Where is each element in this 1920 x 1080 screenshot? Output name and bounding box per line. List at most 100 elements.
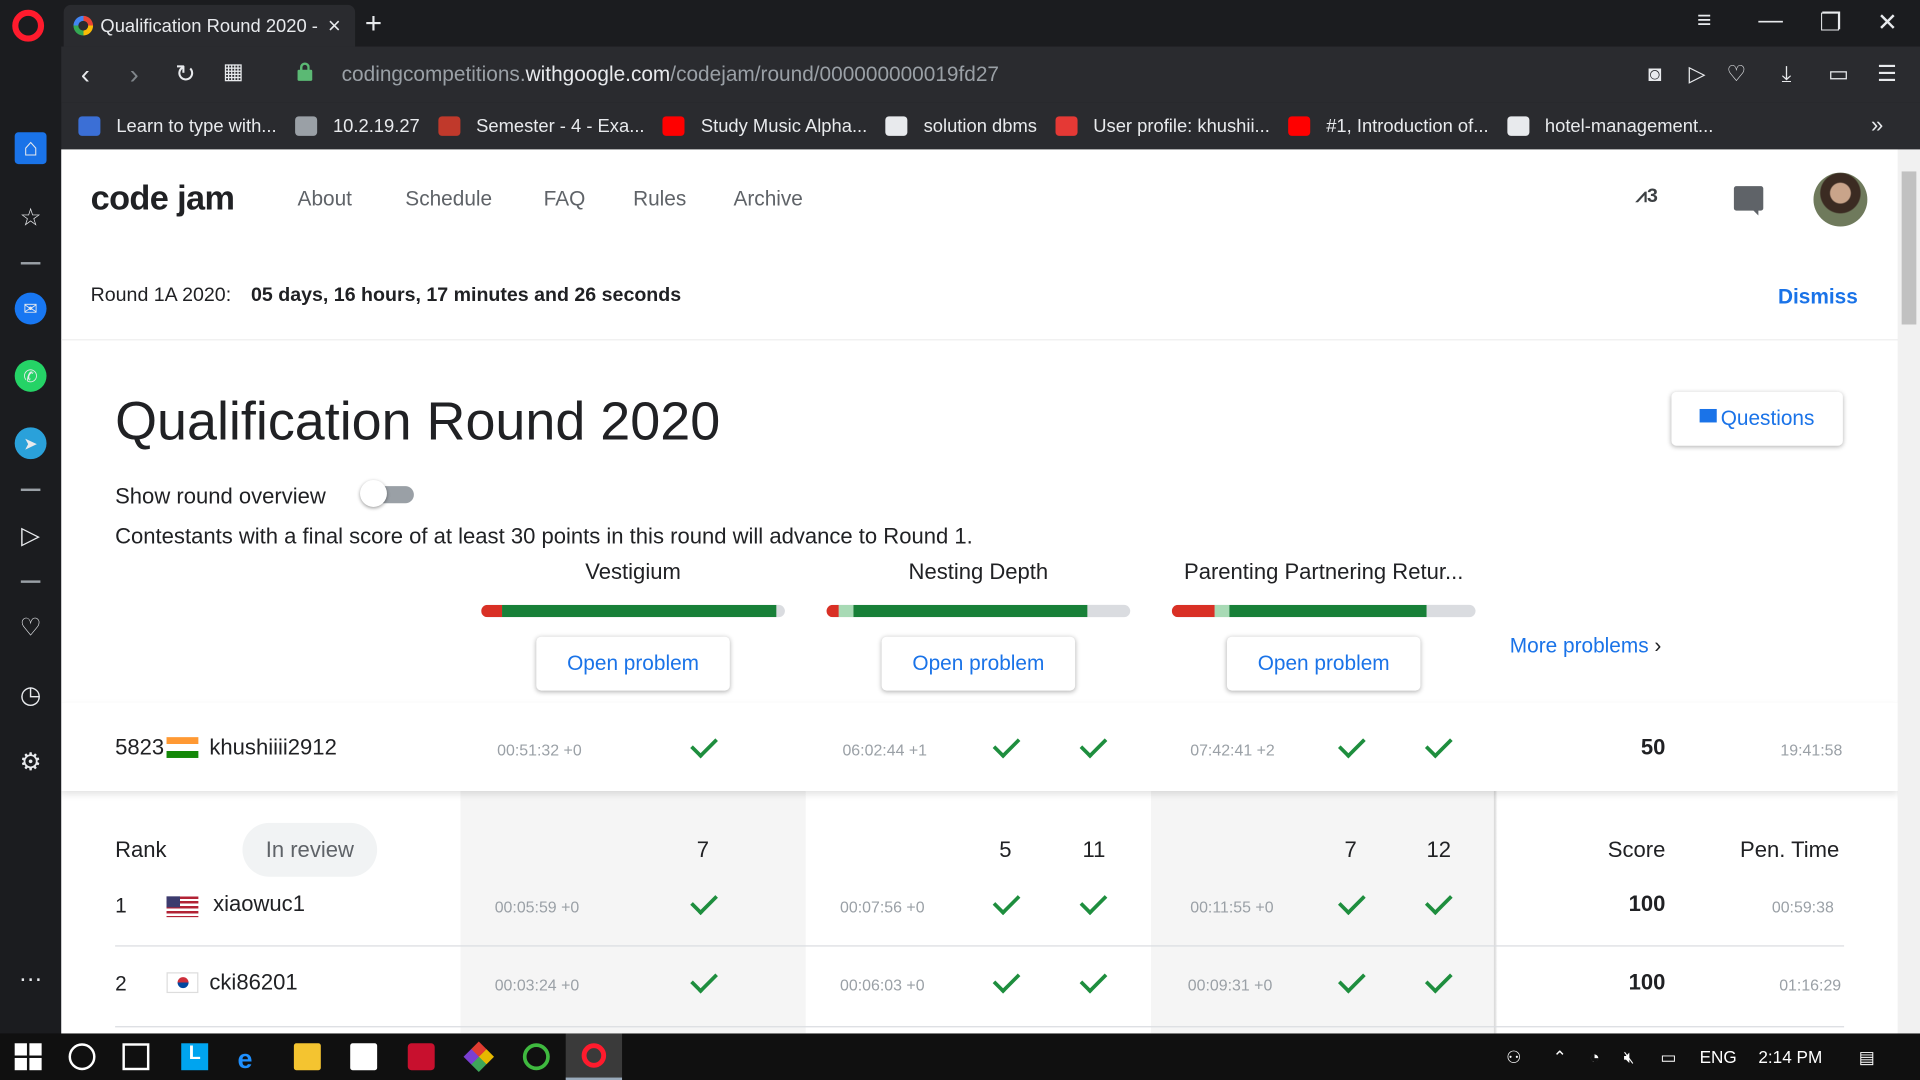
speed-dial-icon[interactable]: ▦ [223,59,244,85]
star-icon[interactable]: ☆ [15,201,47,233]
countdown: 05 days, 16 hours, 17 minutes and 26 sec… [251,285,682,307]
avatar[interactable] [1813,172,1868,227]
git-icon[interactable] [463,1041,495,1072]
trend-count: 3 [1646,186,1658,207]
username[interactable]: khushiiii2912 [209,735,336,761]
browser-tab[interactable]: Qualification Round 2020 - × [63,4,356,47]
clock[interactable]: 2:14 PM [1758,1047,1822,1067]
username[interactable]: cki86201 [209,970,297,996]
overview-toggle[interactable] [360,480,414,507]
opera-logo-icon[interactable] [12,9,45,42]
windows-start-icon[interactable] [14,1043,42,1071]
code-jam-logo[interactable]: code jam [91,179,235,218]
notifications-icon[interactable]: ▤ [1859,1047,1875,1068]
chevron-up-icon[interactable]: ⌃ [1553,1047,1567,1068]
nav-archive[interactable]: Archive [733,187,802,211]
tab-menu-icon[interactable]: ≡ [1697,7,1711,35]
bookmark-label: Learn to type with... [116,115,277,137]
battery-saver-icon[interactable]: ▭ [1828,61,1849,87]
progress-segment [853,604,1088,618]
points-header: 5 [999,837,1012,863]
page-scrollbar[interactable] [1897,149,1920,1034]
progress-segment [838,604,854,618]
prohibited-icon [1055,116,1078,136]
wifi-icon[interactable]: ◔ [1589,1047,1599,1067]
bookmark-item[interactable]: #1, Introduction of... [1288,115,1489,137]
open-problem-button[interactable]: Open problem [536,636,730,691]
mcafee-icon[interactable] [407,1043,435,1071]
progress-segment [1214,604,1230,618]
store-icon[interactable] [350,1043,378,1071]
sidebar: ⌂ ☆ ✉ ✆ ➤ ▷ ♡ ◷ ⚙ … [0,46,62,1034]
open-problem-button[interactable]: Open problem [881,636,1076,691]
settings-icon[interactable]: ⚙ [15,746,47,778]
nav-faq[interactable]: FAQ [544,187,586,211]
volume-muted-icon[interactable]: 🔇︎ [1624,1047,1635,1068]
easy-setup-icon[interactable]: ☰ [1877,61,1897,87]
bookmark-item[interactable]: Learn to type with... [78,115,277,137]
in-review-chip[interactable]: In review [242,822,378,877]
progress-segment [826,604,839,618]
battery-icon[interactable]: ▭ [1660,1047,1676,1068]
send-icon[interactable]: ▷ [1689,61,1706,87]
nav-rules[interactable]: Rules [633,187,686,211]
new-tab-button[interactable]: + [365,7,382,41]
whatsapp-icon[interactable]: ✆ [14,360,47,392]
language-indicator[interactable]: ENG [1700,1047,1737,1067]
check-icon [1079,730,1108,759]
bookmark-item[interactable]: Study Music Alpha... [662,116,867,137]
bookmark-item[interactable]: 10.2.19.27 [294,116,420,137]
minimize-button[interactable]: — [1758,7,1782,35]
history-icon[interactable]: ◷ [15,678,47,710]
bookmark-label: #1, Introduction of... [1326,115,1489,137]
check-icon [1079,887,1108,916]
document-icon [885,116,908,136]
search-icon[interactable] [68,1043,96,1071]
refresh-app-icon[interactable] [522,1043,550,1071]
more-problems-link[interactable]: More problems › [1510,634,1662,658]
chat-icon[interactable] [1733,186,1764,216]
bookmarks-overflow-icon[interactable]: » [1871,113,1883,139]
download-icon[interactable]: ⤓ [1782,61,1792,87]
restore-button[interactable]: ❐ [1820,7,1842,38]
reload-button[interactable]: ↻ [175,59,196,90]
bookmark-item[interactable]: Semester - 4 - Exa... [438,116,645,137]
nav-about[interactable]: About [298,187,352,211]
edge-icon[interactable]: e [238,1043,265,1074]
task-view-icon[interactable] [122,1043,150,1071]
trend-button[interactable]: ⩘3 [1636,186,1658,208]
solve-time: 06:02:44 +1 [842,740,928,760]
bookmark-label: User profile: khushii... [1093,115,1270,137]
dismiss-button[interactable]: Dismiss [1778,285,1858,309]
file-explorer-icon[interactable] [293,1043,321,1071]
open-problem-button[interactable]: Open problem [1226,636,1421,691]
nav-schedule[interactable]: Schedule [405,187,492,211]
bookmark-item[interactable]: hotel-management... [1506,116,1713,137]
flow-icon[interactable]: ▷ [15,519,47,551]
messenger-icon[interactable]: ✉ [14,292,47,325]
close-window-button[interactable]: ✕ [1877,7,1898,38]
home-icon[interactable]: ⌂ [14,132,47,165]
people-icon[interactable]: ⚇ [1506,1047,1521,1068]
telegram-icon[interactable]: ➤ [14,427,47,460]
username[interactable]: xiaowuc1 [213,891,305,917]
opera-icon [581,1043,607,1068]
bookmark-item[interactable]: solution dbms [885,116,1037,137]
bookmarks-heart-icon[interactable]: ♡ [15,611,47,643]
scrollbar-thumb[interactable] [1901,171,1917,325]
forward-button[interactable]: › [130,59,139,91]
bookmark-item[interactable]: User profile: khushii... [1055,116,1270,137]
lock-icon[interactable] [297,62,313,81]
address-bar: ‹ › ↻ ▦ codingcompetitions.withgoogle.co… [0,46,1920,103]
close-tab-icon[interactable]: × [323,13,345,39]
questions-button[interactable]: Questions [1671,391,1843,446]
snapshot-icon[interactable]: ◙ [1648,61,1661,87]
check-icon [1424,887,1453,916]
opera-taskbar-button[interactable] [565,1033,623,1080]
heart-icon[interactable]: ♡ [1727,61,1747,87]
more-problems-label: More problems [1509,634,1649,658]
url-field[interactable]: codingcompetitions.withgoogle.com/codeja… [342,62,999,86]
launcher-l-icon[interactable]: L [181,1043,209,1071]
back-button[interactable]: ‹ [81,59,90,91]
more-icon[interactable]: … [15,958,47,990]
